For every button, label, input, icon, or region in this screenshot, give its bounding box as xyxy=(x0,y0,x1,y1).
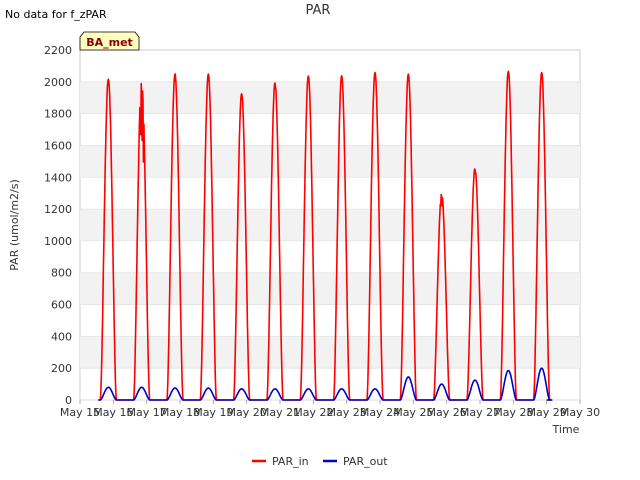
no-data-note: No data for f_zPAR xyxy=(5,8,107,21)
chart-title: PAR xyxy=(306,3,331,18)
grid-band xyxy=(80,272,580,305)
y-tick-label: 1800 xyxy=(44,108,72,121)
x-axis-title: Time xyxy=(552,423,580,436)
y-axis: 0200400600800100012001400160018002000220… xyxy=(44,44,72,407)
y-tick-label: 2000 xyxy=(44,76,72,89)
par-chart: No data for f_zPAR PAR 02004006008001000… xyxy=(5,3,600,468)
badge-label: BA_met xyxy=(86,36,133,49)
y-tick-label: 800 xyxy=(51,267,72,280)
y-axis-title: PAR (umol/m2/s) xyxy=(8,179,21,271)
y-tick-label: 600 xyxy=(51,299,72,312)
grid-band xyxy=(80,336,580,369)
ba-met-badge: BA_met xyxy=(79,31,140,51)
y-tick-label: 1200 xyxy=(44,203,72,216)
y-tick-label: 2200 xyxy=(44,44,72,57)
legend: PAR_in PAR_out xyxy=(252,455,388,468)
y-tick-label: 200 xyxy=(51,362,72,375)
x-axis: May 15May 16May 17May 18May 19May 20May … xyxy=(60,400,600,419)
legend-label-par-out: PAR_out xyxy=(343,455,388,468)
legend-label-par-in: PAR_in xyxy=(272,455,309,468)
y-tick-label: 1400 xyxy=(44,171,72,184)
y-tick-label: 1600 xyxy=(44,139,72,152)
y-tick-label: 1000 xyxy=(44,235,72,248)
x-tick-label: May 30 xyxy=(560,406,600,419)
grid-band xyxy=(80,81,580,114)
y-tick-label: 400 xyxy=(51,330,72,343)
